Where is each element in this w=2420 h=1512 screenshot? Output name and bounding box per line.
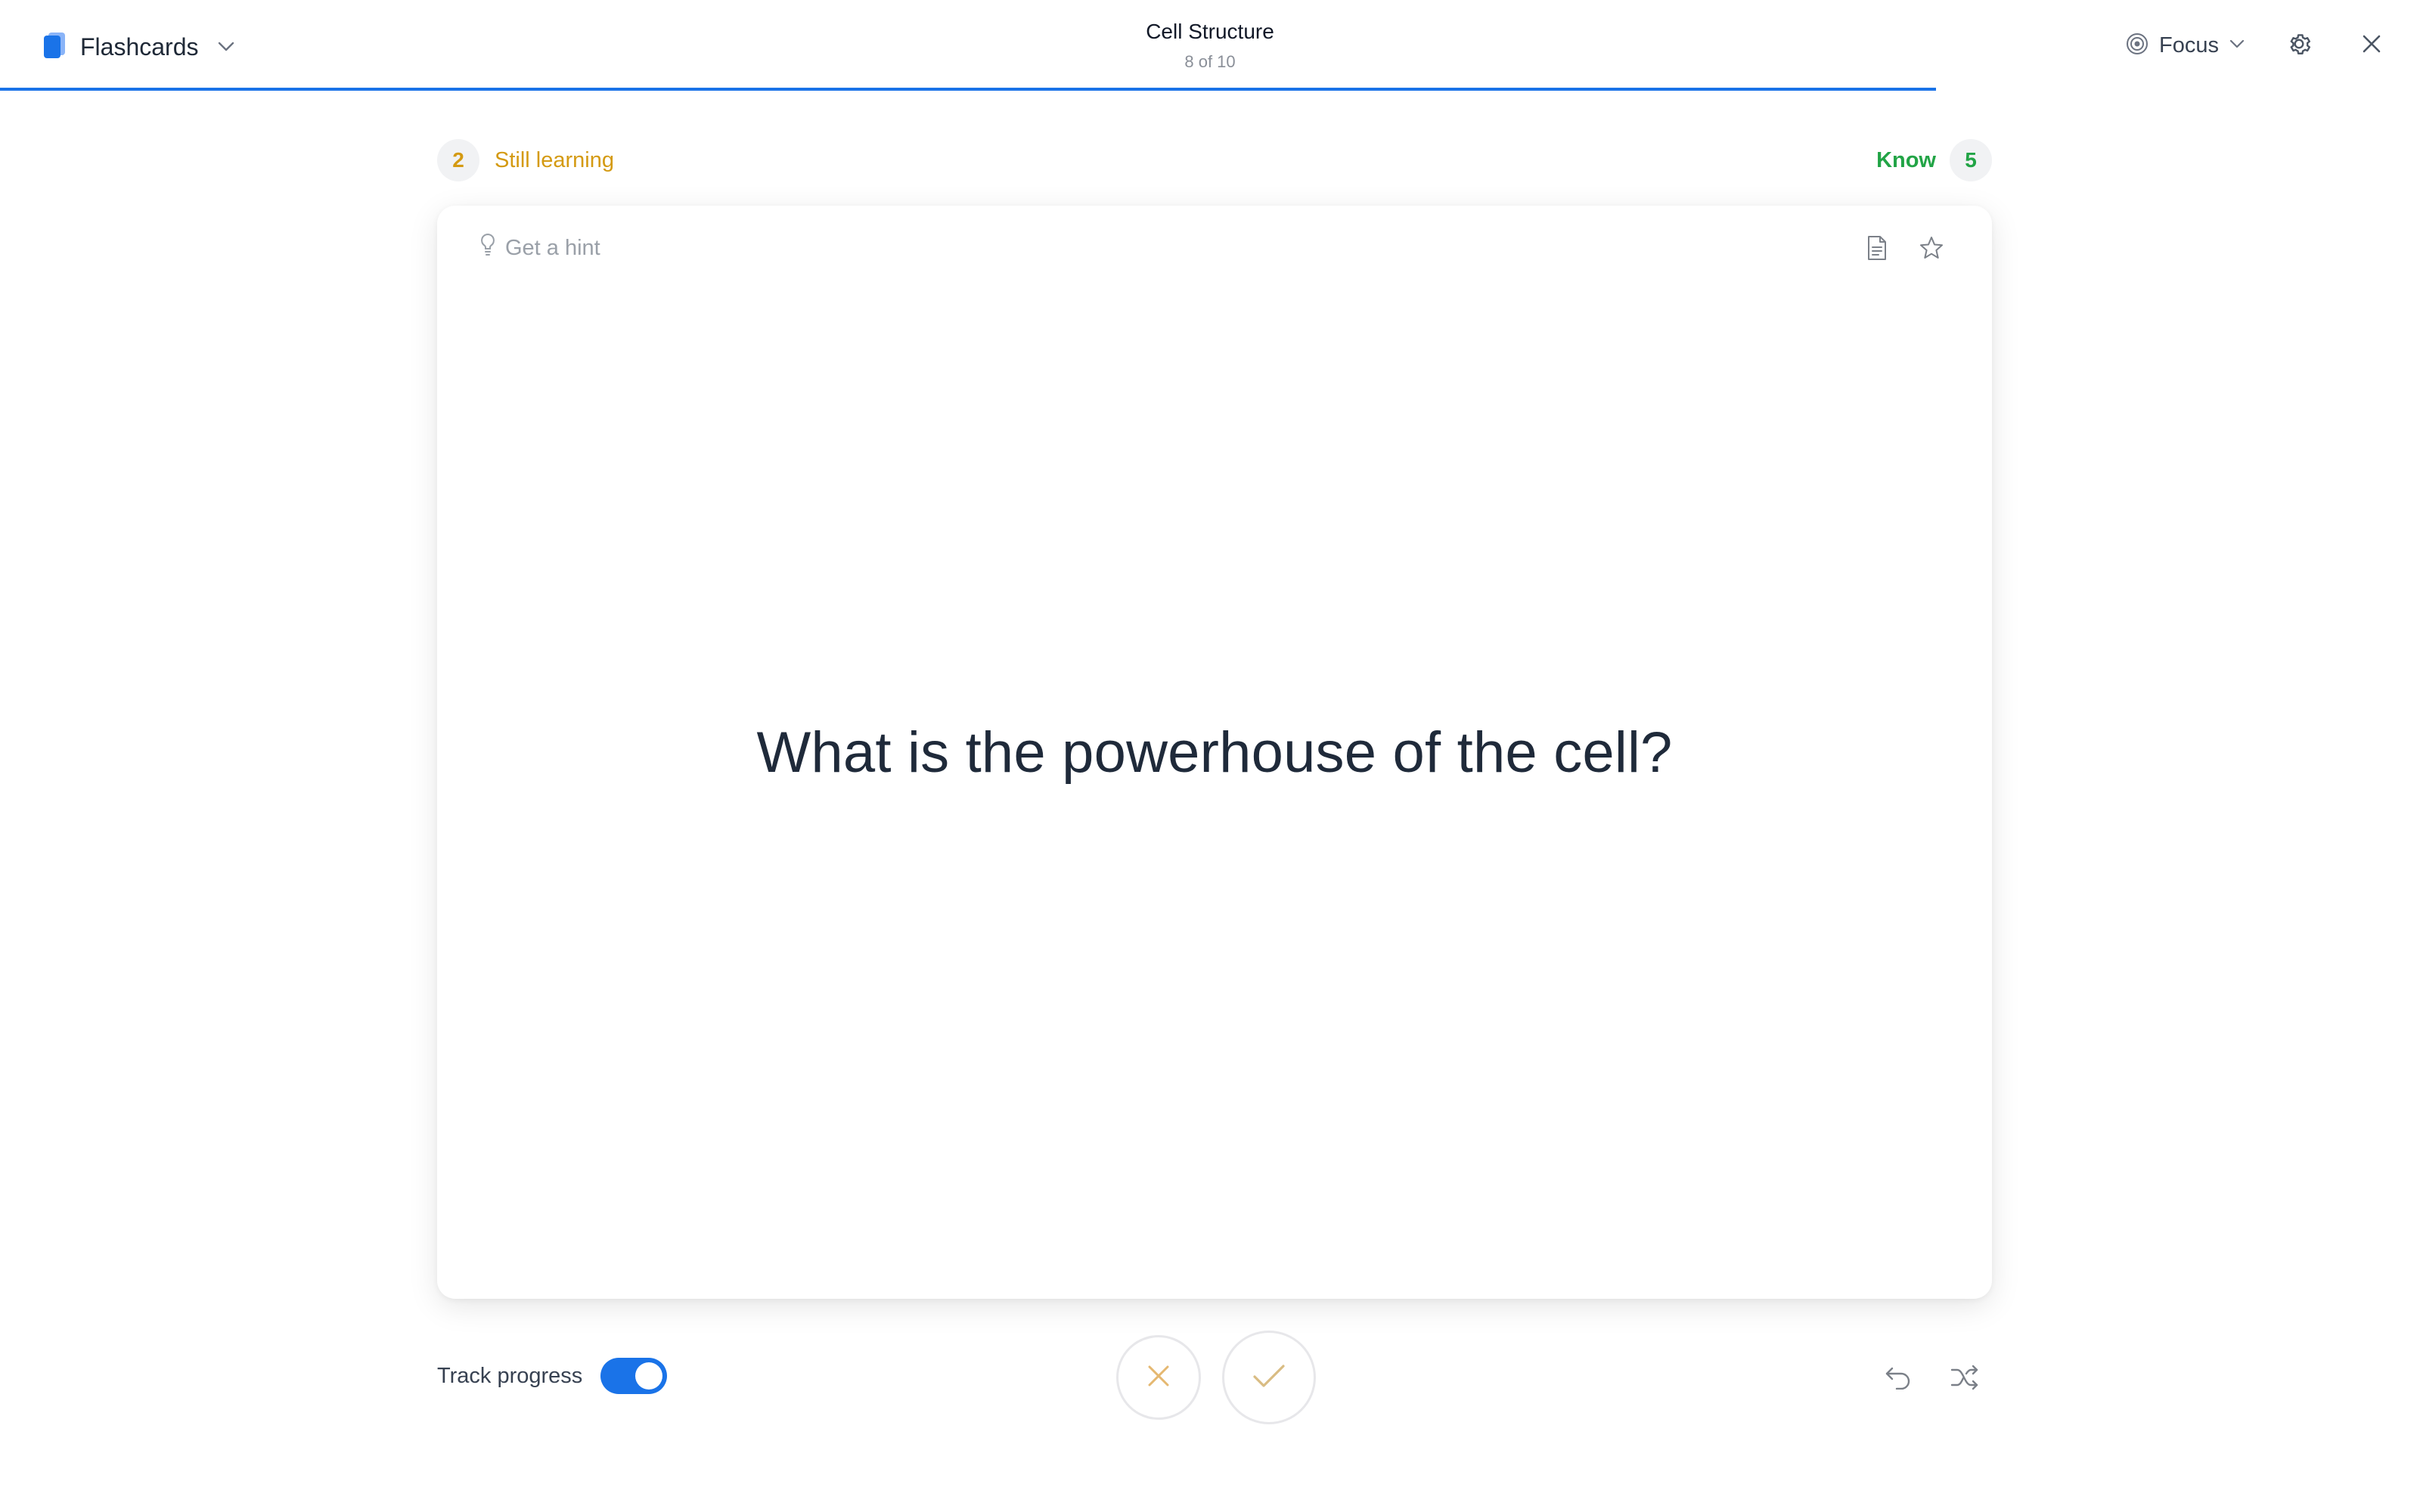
know-label: Know [1876,147,1936,172]
study-controls: Track progress [437,1331,1992,1429]
close-icon [2361,33,2382,58]
shuffle-icon [1950,1365,1980,1394]
track-progress-setting: Track progress [437,1358,668,1394]
target-icon [2126,33,2149,59]
track-progress-toggle[interactable] [600,1358,668,1394]
close-button[interactable] [2353,27,2390,64]
undo-icon [1885,1365,1912,1393]
learning-label: Still learning [495,147,614,172]
card-nav-tools [1880,1361,1983,1397]
flashcard[interactable]: Get a hint What is the powerhouse of the… [437,206,1992,1299]
answer-buttons [1116,1331,1316,1424]
chevron-down-icon [2229,39,2245,52]
header-tools: Focus [2126,23,2390,68]
track-progress-label: Track progress [437,1363,583,1388]
deck-title-block: Cell Structure 8 of 10 [0,18,2420,73]
top-bar: Flashcards Cell Structure 8 of 10 Focus [0,0,2420,91]
check-icon [1252,1362,1286,1393]
score-row: 2 Still learning Know 5 [437,139,1992,181]
focus-button[interactable]: Focus [2126,33,2245,59]
undo-button[interactable] [1880,1361,1916,1397]
still-learning-button[interactable] [1116,1335,1201,1420]
x-icon [1145,1362,1172,1393]
know-button[interactable] [1222,1331,1316,1424]
know-counter: Know 5 [1876,139,1992,181]
card-question: What is the powerhouse of the cell? [756,720,1673,785]
settings-button[interactable] [2281,27,2317,64]
gear-icon [2285,30,2313,61]
card-position: 8 of 10 [1184,52,1236,71]
learning-count-badge: 2 [437,139,479,181]
know-count-badge: 5 [1950,139,1992,181]
deck-progress-fill [0,88,1936,91]
toggle-knob [635,1362,663,1390]
deck-title: Cell Structure [1146,20,1274,43]
deck-progress-bar [0,88,2420,91]
focus-label: Focus [2159,33,2219,57]
still-learning-counter: 2 Still learning [437,139,614,181]
shuffle-button[interactable] [1947,1361,1983,1397]
